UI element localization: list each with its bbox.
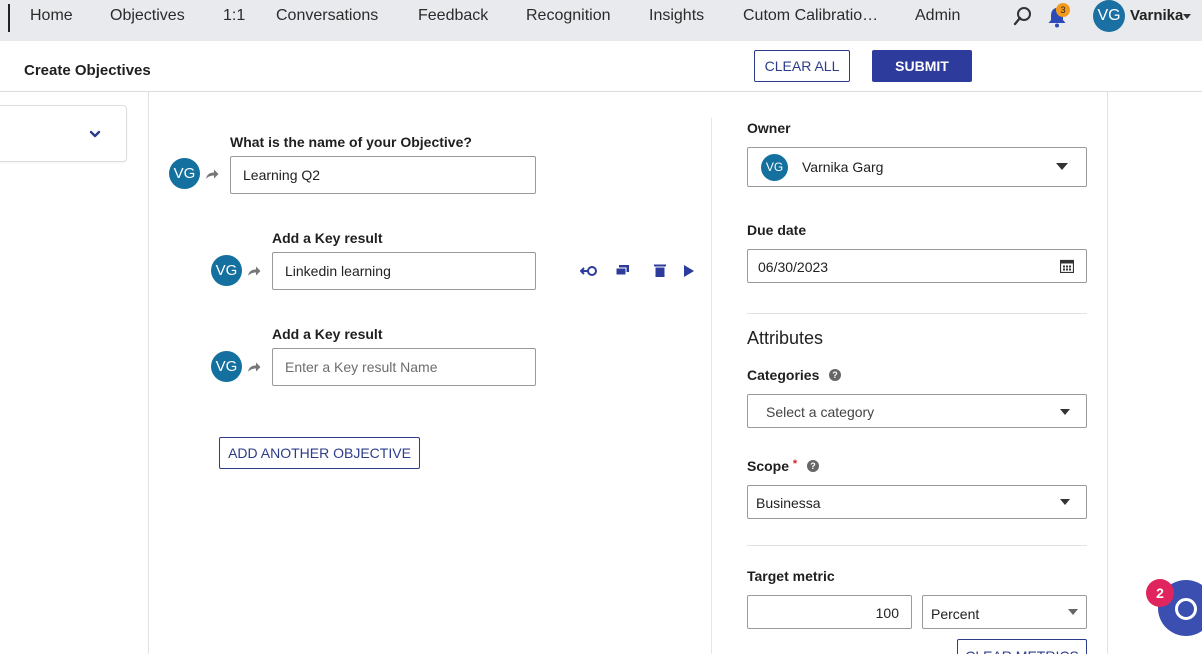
due-date-label: Due date [747, 222, 807, 238]
top-nav: Home Objectives 1:1 Conversations Feedba… [0, 0, 1202, 41]
target-value-input[interactable]: 100 [747, 595, 912, 629]
trash-icon[interactable] [654, 264, 666, 277]
objective-name-label: What is the name of your Objective? [230, 134, 472, 150]
key-result-label: Add a Key result [272, 230, 383, 246]
chat-icon [1175, 598, 1197, 620]
user-name[interactable]: Varnika [1130, 7, 1183, 24]
target-unit-select[interactable]: Percent [922, 595, 1087, 629]
page-header: Create Objectives CLEAR ALL SUBMIT [0, 41, 1202, 92]
share-arrow-icon [206, 169, 219, 179]
notification-badge: 3 [1056, 3, 1070, 17]
share-arrow-icon [248, 362, 261, 372]
key-result-avatar: VG [211, 255, 242, 286]
align-icon[interactable] [580, 264, 598, 278]
nav-custom-calibration[interactable]: Cutom Calibratio… [743, 7, 878, 25]
nav-recognition[interactable]: Recognition [526, 7, 611, 25]
owner-avatar: VG [761, 154, 788, 181]
due-date-value: 06/30/2023 [758, 259, 829, 275]
page-title: Create Objectives [24, 62, 151, 79]
nav-one-on-one[interactable]: 1:1 [223, 7, 245, 25]
key-result-label: Add a Key result [272, 326, 383, 342]
help-icon[interactable]: ? [829, 369, 841, 381]
nav-feedback[interactable]: Feedback [418, 7, 488, 25]
due-date-input[interactable]: 06/30/2023 [747, 249, 1087, 283]
scope-select[interactable]: Businessa [747, 485, 1087, 519]
copy-icon[interactable] [616, 265, 629, 276]
section-divider [747, 545, 1087, 546]
scope-value: Businessa [756, 495, 821, 511]
owner-name: Varnika Garg [802, 159, 884, 175]
nav-admin[interactable]: Admin [915, 7, 960, 25]
objective-name-input[interactable] [230, 156, 536, 194]
chevron-down-icon[interactable] [89, 128, 101, 140]
share-arrow-icon [248, 266, 261, 276]
search-icon[interactable] [1013, 6, 1033, 26]
required-marker: * [792, 458, 798, 470]
nav-objectives[interactable]: Objectives [110, 7, 185, 25]
clear-all-button[interactable]: CLEAR ALL [754, 50, 850, 82]
caret-down-icon[interactable] [1068, 609, 1078, 615]
chat-badge: 2 [1146, 579, 1174, 607]
collapsed-panel-card[interactable] [0, 105, 127, 162]
nav-divider [8, 4, 10, 32]
chevron-down-icon[interactable] [1183, 14, 1191, 19]
caret-down-icon[interactable] [1056, 163, 1068, 170]
add-another-objective-button[interactable]: ADD ANOTHER OBJECTIVE [219, 437, 420, 469]
nav-conversations[interactable]: Conversations [276, 7, 378, 25]
clear-metrics-button[interactable]: CLEAR METRICS [957, 639, 1087, 654]
help-icon[interactable]: ? [807, 460, 819, 472]
nav-insights[interactable]: Insights [649, 7, 704, 25]
section-divider [747, 313, 1087, 314]
nav-home[interactable]: Home [30, 7, 73, 25]
key-result-input[interactable] [272, 348, 536, 386]
key-result-input[interactable] [272, 252, 536, 290]
column-divider [711, 118, 712, 654]
owner-label: Owner [747, 120, 791, 136]
caret-down-icon[interactable] [1060, 499, 1070, 505]
calendar-icon[interactable] [1060, 259, 1074, 273]
left-panel [0, 92, 149, 654]
submit-button[interactable]: SUBMIT [872, 50, 972, 82]
scope-label: Scope * [747, 458, 798, 474]
user-avatar[interactable]: VG [1093, 0, 1125, 32]
target-unit-value: Percent [931, 606, 980, 622]
categories-label: Categories [747, 367, 820, 383]
categories-select[interactable]: Select a category [747, 394, 1087, 428]
owner-select[interactable]: VG Varnika Garg [747, 147, 1087, 187]
attributes-title: Attributes [747, 328, 824, 348]
key-result-avatar: VG [211, 351, 242, 382]
categories-placeholder: Select a category [766, 404, 875, 420]
play-icon[interactable] [684, 265, 694, 277]
caret-down-icon[interactable] [1060, 409, 1070, 415]
right-border [1107, 92, 1108, 654]
objective-avatar: VG [169, 158, 200, 189]
target-metric-label: Target metric [747, 568, 835, 584]
